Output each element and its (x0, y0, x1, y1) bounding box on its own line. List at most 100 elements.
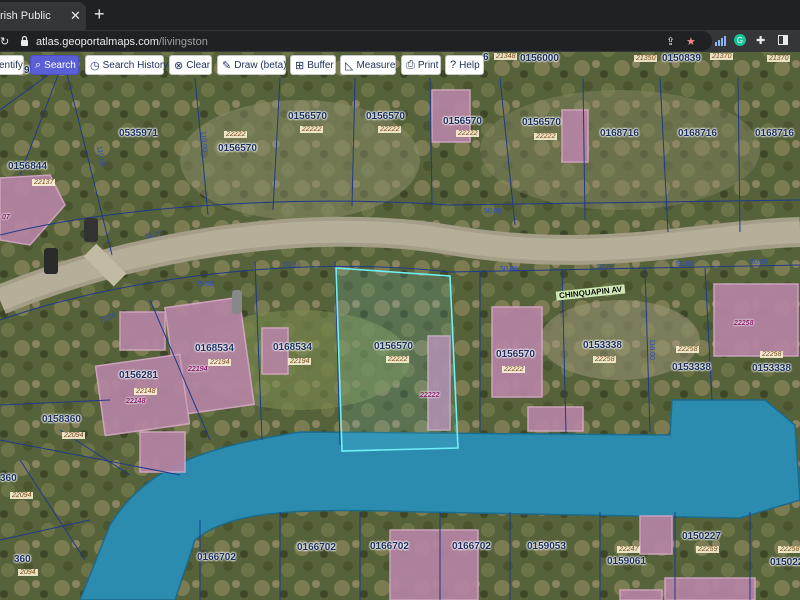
address-label: 22194 (208, 359, 232, 366)
parcel-number[interactable]: 0166702 (197, 552, 236, 563)
parcel-number[interactable]: 360 (0, 473, 17, 484)
parcel-number[interactable]: 0150839 (662, 53, 701, 64)
address-bar[interactable]: ↻ atlas.geoportalmaps.com/livingston ⇪ ★ (0, 31, 712, 51)
parcel-number[interactable]: 0159061 (607, 556, 646, 567)
dimension-label: 50.30 (283, 262, 301, 269)
parcel-number[interactable]: 0156570 (288, 111, 327, 122)
address-label: 22222 (386, 356, 410, 363)
parcel-number[interactable]: 0156570 (366, 111, 405, 122)
parcel-number[interactable]: 0156844 (8, 161, 47, 172)
parcel-number[interactable]: 0535971 (119, 128, 158, 139)
url-text: atlas.geoportalmaps.com/livingston (36, 36, 208, 48)
address-label: 22258 (676, 346, 700, 353)
address-label: 2094 (18, 569, 38, 576)
dimension-label: 75.00 (196, 281, 214, 288)
parcel-number[interactable]: 0168534 (195, 343, 234, 354)
address-label: 22222 (534, 133, 558, 140)
buffer-button[interactable]: ⊞ Buffer (290, 55, 336, 75)
identify-label: entify (0, 59, 23, 71)
tab-title: rish Public (0, 10, 51, 22)
printer-icon: ⎙ (406, 58, 415, 71)
clear-icon: ⊗ (174, 59, 184, 72)
browser-tab-strip: rish Public ✕ + (0, 0, 800, 30)
help-label: Help (459, 59, 480, 71)
parcel-number[interactable]: 0168716 (600, 128, 639, 139)
parcel-number[interactable]: 9 (24, 65, 30, 76)
dimension-label: 50.00 (500, 266, 518, 273)
parcel-number[interactable]: 0156570 (218, 143, 257, 154)
tab-close-icon[interactable]: ✕ (70, 8, 81, 24)
help-button[interactable]: ? Help (445, 55, 484, 75)
parcel-number[interactable]: 0166702 (452, 541, 491, 552)
address-label: 22222 (224, 131, 248, 138)
measure-label: Measure (356, 59, 396, 71)
address-label: 22222 (456, 130, 480, 137)
address-label: 22148 (134, 388, 158, 395)
parcel-number[interactable]: 360 (14, 554, 31, 565)
address-label: 22259 (696, 546, 720, 553)
address-label: 22094 (62, 432, 86, 439)
address-label: 21370 (767, 55, 791, 62)
help-icon: ? (450, 59, 457, 71)
parcel-number[interactable]: 0153338 (752, 363, 791, 374)
address-label: 22222 (502, 366, 526, 373)
parcel-number[interactable]: 0168716 (755, 128, 794, 139)
parcel-number[interactable]: 0156570 (443, 116, 482, 127)
svg-text:G: G (737, 36, 743, 45)
address-label: 22137 (32, 179, 56, 186)
parcel-number[interactable]: 0166702 (370, 541, 409, 552)
identify-button[interactable]: entify (0, 55, 24, 75)
parcel-number[interactable]: 0166702 (297, 542, 336, 553)
parcel-number[interactable]: 0150227 (682, 531, 721, 542)
search-history-button[interactable]: ◷ Search History (85, 55, 168, 75)
parcel-number[interactable]: 0156000 (520, 53, 559, 64)
measure-button[interactable]: ◺ Measure (340, 55, 396, 75)
address-label: 22258 (593, 356, 617, 363)
address-label: 22247 (617, 546, 641, 553)
address-label: 07 (2, 214, 10, 221)
print-button[interactable]: ⎙ Print (401, 55, 441, 75)
parcel-number[interactable]: 0156570 (374, 341, 413, 352)
address-label: 22222 (300, 126, 324, 133)
parcel-number[interactable]: 0159053 (527, 541, 566, 552)
pencil-icon: ✎ (222, 59, 232, 72)
address-label: 21370 (710, 53, 734, 60)
address-label: 22194 (288, 358, 312, 365)
share-icon[interactable]: ⇪ (666, 35, 675, 48)
search-label: Search (44, 59, 76, 71)
dimension-label: 50.00 (484, 208, 502, 215)
clear-button[interactable]: ⊗ Clear (169, 55, 212, 75)
parcel-number[interactable]: 0158360 (42, 414, 81, 425)
dimension-label: 50.00 (750, 259, 768, 266)
parcel-number[interactable]: 0156570 (522, 117, 561, 128)
ruler-icon: ◺ (345, 59, 354, 72)
map-view[interactable]: 9 0535971 0156570 0156570 0156570 015657… (0, 52, 800, 600)
buffer-icon: ⊞ (295, 59, 305, 72)
reload-icon[interactable]: ↻ (0, 35, 9, 48)
signal-extension-icon[interactable] (715, 36, 727, 46)
side-panel-icon[interactable] (778, 35, 788, 45)
lock-icon (21, 35, 28, 46)
parcel-number[interactable]: 0153338 (583, 340, 622, 351)
browser-tab[interactable]: rish Public ✕ (0, 2, 86, 30)
clear-label: Clear (186, 59, 211, 71)
search-icon: ⌕ (35, 58, 42, 71)
parcel-number[interactable]: 0168716 (678, 128, 717, 139)
new-tab-icon[interactable]: + (94, 4, 105, 25)
parcel-number[interactable]: 0156570 (496, 349, 535, 360)
url-path: /livingston (158, 36, 208, 48)
address-label: 22258 (778, 546, 800, 553)
parcel-number[interactable]: 0153338 (672, 362, 711, 373)
parcel-number[interactable]: 0150227 (770, 557, 800, 568)
grammarly-extension-icon[interactable]: G (734, 34, 746, 46)
clock-icon: ◷ (90, 59, 100, 72)
parcel-number[interactable]: 0156281 (119, 370, 158, 381)
url-domain: atlas.geoportalmaps.com (36, 36, 159, 48)
address-label: 22148 (126, 398, 146, 405)
draw-button[interactable]: ✎ Draw (beta) (217, 55, 286, 75)
parcel-number[interactable]: 0168534 (273, 342, 312, 353)
browser-toolbar: ↻ atlas.geoportalmaps.com/livingston ⇪ ★… (0, 30, 800, 52)
search-button[interactable]: ⌕ Search (30, 55, 79, 75)
bookmark-star-icon[interactable]: ★ (686, 35, 696, 48)
extensions-puzzle-icon[interactable]: ✚ (756, 34, 765, 47)
